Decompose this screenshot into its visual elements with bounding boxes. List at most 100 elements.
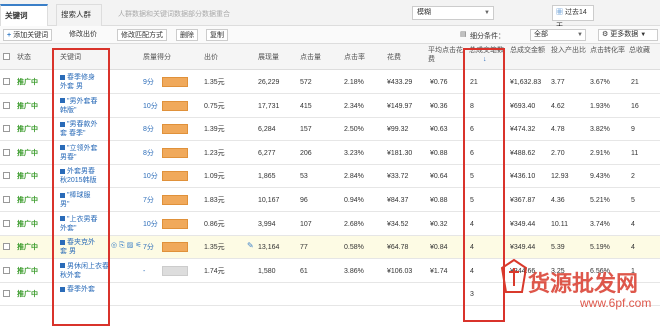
bid-value[interactable]: 1.09元 bbox=[204, 165, 225, 188]
bid-value[interactable]: 0.75元 bbox=[204, 95, 225, 118]
select-all-checkbox[interactable] bbox=[3, 53, 10, 60]
bid-value[interactable]: 1.74元 bbox=[204, 260, 225, 283]
col-cvr[interactable]: 点击转化率 bbox=[590, 46, 626, 55]
delete-button[interactable]: 删除 bbox=[176, 29, 198, 41]
deals-column-highlight bbox=[463, 48, 505, 322]
quality-score-bar bbox=[162, 171, 188, 182]
deal-amount-value: ¥436.10 bbox=[510, 173, 536, 181]
row-checkbox[interactable] bbox=[3, 243, 10, 251]
roi-value: 4.36 bbox=[551, 197, 565, 204]
row-checkbox[interactable] bbox=[3, 290, 10, 298]
col-total-collect[interactable]: 总收藏 bbox=[629, 46, 660, 55]
edit-bid-icon[interactable]: ✎ bbox=[247, 241, 254, 250]
ctr-value: 2.68% bbox=[344, 220, 364, 228]
status-label: 推广中 bbox=[17, 291, 38, 299]
ctr-value: 2.84% bbox=[344, 173, 364, 181]
filter-select[interactable]: 全部 ▼ bbox=[530, 29, 586, 41]
cvr-value: 2.91% bbox=[590, 149, 610, 157]
row-checkbox[interactable] bbox=[3, 148, 10, 156]
row-checkbox[interactable] bbox=[3, 125, 10, 133]
row-checkbox[interactable] bbox=[3, 172, 10, 180]
row-checkbox[interactable] bbox=[3, 219, 10, 227]
cvr-value: 3.67% bbox=[590, 79, 610, 86]
col-bid[interactable]: 出价 bbox=[204, 53, 218, 62]
col-status[interactable]: 状态 bbox=[17, 53, 31, 62]
add-keyword-button[interactable]: + 添加关键词 bbox=[3, 29, 53, 41]
bid-value[interactable]: 1.35元 bbox=[204, 236, 225, 259]
roi-value: 12.93 bbox=[551, 173, 569, 181]
quality-score-bar bbox=[162, 265, 188, 276]
watermark-text: 货源批发网 bbox=[528, 271, 639, 297]
copy-button[interactable]: 复制 bbox=[206, 29, 228, 41]
deal-amount-value: ¥349.44 bbox=[510, 244, 536, 252]
roi-value: 4.78 bbox=[551, 126, 565, 134]
cost-value: ¥433.29 bbox=[387, 79, 413, 86]
cvr-value: 3.82% bbox=[590, 126, 610, 134]
keyword-column-highlight bbox=[52, 48, 110, 326]
chevron-down-icon: ▼ bbox=[640, 32, 647, 38]
cost-value: ¥181.30 bbox=[387, 149, 413, 157]
quality-score: 8分 bbox=[143, 149, 154, 157]
more-data-button[interactable]: ⚙ 更多数据 ▼ bbox=[598, 29, 658, 41]
tab-search-crowd[interactable]: 搜索人群 bbox=[56, 4, 102, 26]
row-checkbox[interactable] bbox=[3, 101, 10, 109]
cost-value: ¥106.03 bbox=[387, 267, 413, 275]
match-mode-select[interactable]: 模糊 ▼ bbox=[412, 6, 494, 20]
clicks-value: 206 bbox=[300, 149, 312, 157]
bid-value[interactable]: 1.23元 bbox=[204, 142, 225, 165]
action-toolbar: + 添加关键词 修改出价 修改匹配方式 删除 复制 ▤ 细分条件： 全部 ▼ ⚙ … bbox=[0, 26, 660, 44]
col-roi[interactable]: 投入产出比 bbox=[551, 46, 587, 55]
total-collect-value: 4 bbox=[631, 244, 635, 252]
col-impressions[interactable]: 展现量 bbox=[258, 53, 279, 62]
total-collect-value: 2 bbox=[631, 173, 635, 181]
cpc-value: ¥0.36 bbox=[430, 102, 448, 110]
impressions-value: 6,277 bbox=[258, 149, 276, 157]
status-label: 推广中 bbox=[17, 267, 38, 275]
change-bid-button[interactable]: 修改出价 bbox=[66, 29, 100, 41]
quality-score: 9分 bbox=[143, 79, 154, 86]
total-collect-value: 11 bbox=[631, 149, 639, 157]
col-cost[interactable]: 花费 bbox=[387, 53, 401, 62]
bid-value[interactable]: 1.83元 bbox=[204, 189, 225, 212]
chevron-down-icon: ▼ bbox=[577, 32, 583, 38]
col-quality[interactable]: 质量得分 bbox=[143, 53, 171, 62]
tab-ghost-text: 人群数据和关键词数据部分数据重合 bbox=[118, 11, 230, 18]
quality-score: 10分 bbox=[143, 220, 158, 228]
ctr-value: 0.58% bbox=[344, 244, 364, 252]
bid-value[interactable]: 1.39元 bbox=[204, 118, 225, 141]
col-cpc[interactable]: 平均点击花费 bbox=[428, 46, 464, 64]
watermark-url: www.6pf.com bbox=[580, 296, 652, 310]
date-range-button[interactable]: ▦ 过去14天 bbox=[552, 5, 594, 30]
tab-keywords[interactable]: 关键词（119） bbox=[0, 4, 48, 40]
status-label: 推广中 bbox=[17, 244, 38, 252]
change-match-button[interactable]: 修改匹配方式 bbox=[117, 29, 167, 41]
total-collect-value: 4 bbox=[631, 220, 635, 228]
col-clicks[interactable]: 点击量 bbox=[300, 53, 321, 62]
total-collect-value: 9 bbox=[631, 126, 635, 134]
col-ctr[interactable]: 点击率 bbox=[344, 53, 365, 62]
quality-score: 10分 bbox=[143, 102, 158, 110]
change-bid-label: 修改出价 bbox=[69, 31, 97, 38]
row-checkbox[interactable] bbox=[3, 196, 10, 203]
deal-amount-value: ¥474.32 bbox=[510, 126, 536, 134]
change-match-label: 修改匹配方式 bbox=[121, 32, 163, 39]
roi-value: 5.39 bbox=[551, 244, 565, 252]
bid-value[interactable]: 1.35元 bbox=[204, 71, 225, 94]
clicks-value: 157 bbox=[300, 126, 312, 134]
cvr-value: 3.74% bbox=[590, 220, 610, 228]
row-checkbox[interactable] bbox=[3, 266, 10, 274]
clicks-value: 415 bbox=[300, 102, 312, 110]
ctr-value: 2.34% bbox=[344, 102, 364, 110]
gear-icon: ⚙ bbox=[602, 31, 609, 38]
tab-bar: 关键词（119） 搜索人群 人群数据和关键词数据部分数据重合 模糊 ▼ ▦ 过去… bbox=[0, 0, 660, 40]
row-action-icons[interactable]: ◎⎘▨⚟ bbox=[111, 241, 144, 250]
quality-score: 7分 bbox=[143, 244, 154, 252]
bid-value[interactable]: 0.86元 bbox=[204, 213, 225, 236]
total-collect-value: 21 bbox=[631, 79, 639, 86]
ctr-value: 2.50% bbox=[344, 126, 364, 134]
ctr-value: 2.18% bbox=[344, 79, 364, 86]
impressions-value: 13,164 bbox=[258, 244, 280, 252]
row-checkbox[interactable] bbox=[3, 78, 10, 85]
col-deal-amount[interactable]: 总成交金额 bbox=[510, 46, 550, 55]
roi-value: 2.70 bbox=[551, 149, 565, 157]
